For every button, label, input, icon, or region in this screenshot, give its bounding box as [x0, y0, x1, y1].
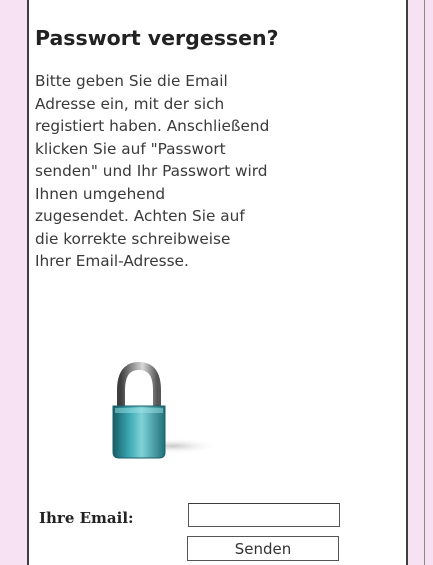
page: Passwort vergessen? Bitte geben Sie die …: [0, 0, 433, 565]
send-button[interactable]: Senden: [187, 536, 339, 561]
right-edge-divider: [424, 0, 425, 565]
forgot-password-panel: Passwort vergessen? Bitte geben Sie die …: [29, 0, 406, 565]
email-label: Ihre Email:: [39, 509, 134, 527]
padlock-icon: [112, 362, 219, 459]
right-sidebar: [408, 0, 433, 565]
email-input[interactable]: [188, 503, 340, 527]
panel-title: Passwort vergessen?: [35, 26, 279, 50]
instructions-text: Bitte geben Sie die Email Adresse ein, m…: [35, 72, 270, 270]
left-sidebar: [0, 0, 27, 565]
